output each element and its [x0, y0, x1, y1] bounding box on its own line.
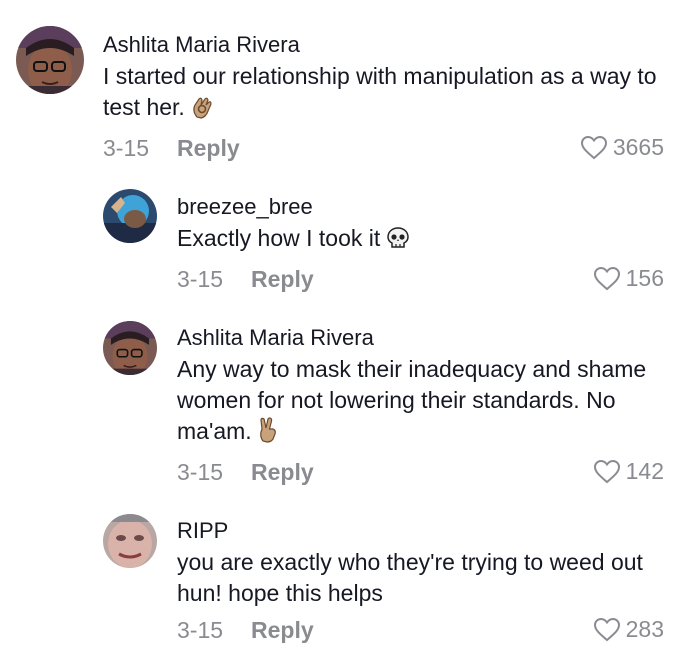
like-count: 156	[625, 265, 664, 291]
like-count: 283	[625, 616, 664, 642]
comment-meta: 3-15 Reply 283	[177, 616, 664, 647]
heart-outline-icon	[593, 617, 620, 642]
victory-hand-emoji-icon	[258, 417, 278, 451]
comment-meta: 3-15 Reply 3665	[103, 134, 664, 165]
comment-text: you are exactly who they're trying to we…	[177, 547, 664, 609]
comment-text-content: I started our relationship with manipula…	[103, 63, 657, 120]
comment-date: 3-15	[177, 266, 224, 292]
like-button[interactable]: 156	[593, 265, 664, 292]
comment-date: 3-15	[103, 135, 150, 161]
reply-button[interactable]: Reply	[251, 459, 314, 486]
comment-username[interactable]: Ashlita Maria Rivera	[177, 325, 664, 351]
like-count: 3665	[612, 134, 664, 160]
ok-hand-emoji-icon	[191, 95, 213, 127]
avatar-image	[16, 26, 84, 94]
comment-text-content: you are exactly who they're trying to we…	[177, 549, 643, 606]
comment-text-content: Any way to mask their inadequacy and sha…	[177, 356, 647, 444]
comment-meta: 3-15 Reply 142	[177, 458, 664, 489]
reply-button[interactable]: Reply	[251, 617, 314, 644]
skull-emoji-icon	[386, 226, 410, 258]
reply-button[interactable]: Reply	[177, 135, 240, 162]
comment-text: Any way to mask their inadequacy and sha…	[177, 354, 664, 451]
comment-date: 3-15	[177, 459, 224, 485]
comment-text: I started our relationship with manipula…	[103, 61, 664, 127]
avatar-image	[103, 189, 157, 243]
like-button[interactable]: 283	[593, 616, 664, 643]
like-count: 142	[625, 458, 664, 484]
avatar-image	[103, 321, 157, 375]
comment-username[interactable]: Ashlita Maria Rivera	[103, 32, 664, 58]
avatar[interactable]	[103, 321, 157, 375]
like-button[interactable]: 142	[593, 458, 664, 485]
reply-button[interactable]: Reply	[251, 266, 314, 293]
avatar[interactable]	[103, 514, 157, 568]
comment-meta: 3-15 Reply 156	[177, 265, 664, 296]
comment-date: 3-15	[177, 617, 224, 643]
avatar[interactable]	[16, 26, 84, 94]
like-button[interactable]: 3665	[580, 134, 664, 161]
comment-text-content: Exactly how I took it	[177, 225, 381, 251]
heart-outline-icon	[593, 266, 620, 291]
comment-username[interactable]: RIPP	[177, 518, 664, 544]
heart-outline-icon	[593, 459, 620, 484]
heart-outline-icon	[580, 135, 607, 160]
avatar-image	[103, 514, 157, 568]
avatar[interactable]	[103, 189, 157, 243]
comment-username[interactable]: breezee_bree	[177, 194, 664, 220]
comment-text: Exactly how I took it	[177, 223, 664, 258]
